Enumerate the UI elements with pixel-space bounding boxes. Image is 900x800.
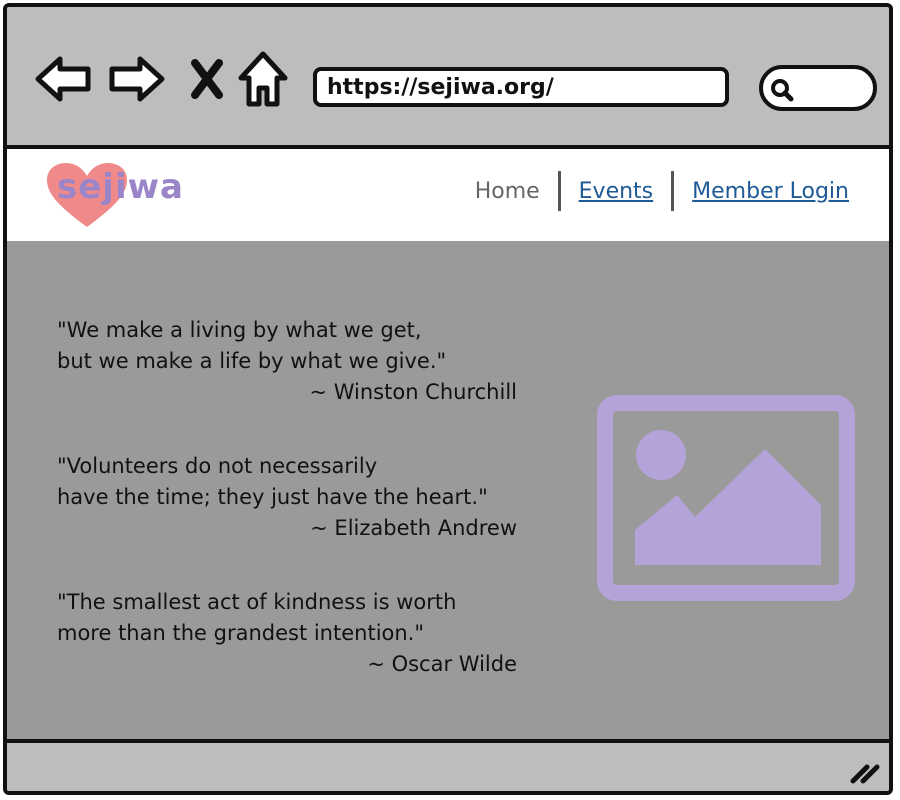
url-input[interactable]: https://sejiwa.org/ <box>313 67 729 107</box>
browser-statusbar <box>7 739 889 791</box>
browser-search-box[interactable] <box>759 65 877 111</box>
quote-line: more than the grandest intention." <box>57 621 425 645</box>
home-icon[interactable] <box>233 49 293 109</box>
nav-divider <box>557 171 561 211</box>
quote-line: "Volunteers do not necessarily <box>57 454 378 478</box>
site-logo[interactable]: sejiwa <box>47 159 207 229</box>
quote-author: ~ Elizabeth Andrew <box>310 516 517 540</box>
quote-block: "Volunteers do not necessarily have the … <box>57 451 527 544</box>
quote-block: "We make a living by what we get, but we… <box>57 315 527 408</box>
forward-arrow-icon[interactable] <box>107 49 167 109</box>
quote-author: ~ Oscar Wilde <box>367 652 517 676</box>
search-icon <box>771 79 794 102</box>
logo-text: sejiwa <box>57 167 184 207</box>
quote-block: "The smallest act of kindness is worth m… <box>57 587 527 680</box>
image-placeholder-icon <box>597 395 855 601</box>
nav-member-login[interactable]: Member Login <box>692 179 849 204</box>
quote-line: "We make a living by what we get, <box>57 318 422 342</box>
browser-window: https://sejiwa.org/ sejiwa Home Events M… <box>3 3 893 795</box>
site-header: sejiwa Home Events Member Login <box>7 149 889 241</box>
quote-line: "The smallest act of kindness is worth <box>57 590 457 614</box>
main-content: "We make a living by what we get, but we… <box>7 241 889 747</box>
back-arrow-icon[interactable] <box>33 49 93 109</box>
resize-handle-icon[interactable] <box>847 755 881 785</box>
site-nav: Home Events Member Login <box>475 171 849 211</box>
nav-home[interactable]: Home <box>475 179 540 204</box>
nav-events[interactable]: Events <box>579 179 654 204</box>
quote-line: have the time; they just have the heart.… <box>57 485 488 509</box>
quote-author: ~ Winston Churchill <box>309 380 517 404</box>
quote-line: but we make a life by what we give." <box>57 349 447 373</box>
browser-toolbar: https://sejiwa.org/ <box>7 7 889 149</box>
close-icon[interactable] <box>177 49 237 109</box>
nav-divider <box>671 171 675 211</box>
